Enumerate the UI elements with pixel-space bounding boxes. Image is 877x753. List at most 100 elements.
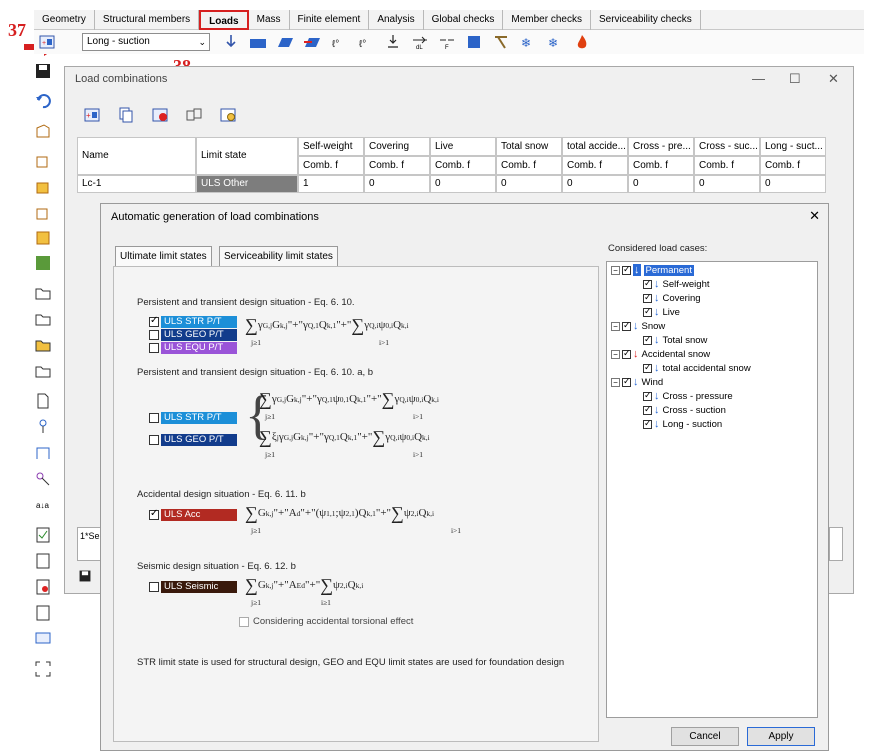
uls-str-checkbox[interactable] <box>149 315 159 327</box>
svg-text:a↓a: a↓a <box>36 501 49 510</box>
load-case-icon[interactable]: + <box>36 32 58 52</box>
tree-node-cross-suction[interactable]: ↓Cross - suction <box>643 404 726 416</box>
row-value-cell[interactable]: 0 <box>364 175 430 193</box>
menu-tab-analysis[interactable]: Analysis <box>369 9 424 30</box>
member-icon[interactable] <box>34 152 52 170</box>
settlement-icon[interactable] <box>382 32 404 52</box>
display-icon[interactable] <box>34 630 52 648</box>
folder-stack-icon[interactable] <box>34 310 52 328</box>
renumber-icon[interactable] <box>183 105 205 125</box>
uls-seismic-checkbox[interactable] <box>149 582 159 592</box>
row-value-cell[interactable]: 0 <box>760 175 826 193</box>
temperature-load-icon[interactable]: ℓ° <box>328 32 350 52</box>
report-print-icon[interactable] <box>34 604 52 622</box>
uls-geo-checkbox[interactable] <box>149 330 159 340</box>
minimize-button[interactable]: — <box>752 71 765 86</box>
force-icon[interactable]: F <box>436 32 458 52</box>
snow-load-icon[interactable]: ❄ <box>517 32 539 52</box>
point-load-icon[interactable] <box>220 32 242 52</box>
frame-icon[interactable] <box>34 204 52 222</box>
plate-icon[interactable] <box>34 178 52 196</box>
maximize-button[interactable]: ☐ <box>789 71 801 87</box>
fullscreen-icon[interactable] <box>34 660 52 678</box>
copy-combination-icon[interactable] <box>115 105 137 125</box>
menu-tab-finite-element[interactable]: Finite element <box>290 9 370 30</box>
row-value-cell[interactable]: 0 <box>628 175 694 193</box>
menu-tab-loads[interactable]: Loads <box>199 9 249 30</box>
tree-node-total-snow[interactable]: ↓Total snow <box>643 334 707 346</box>
wind-load-icon[interactable] <box>301 32 323 52</box>
report-error-icon[interactable] <box>34 578 52 596</box>
apply-button[interactable]: Apply <box>747 727 815 746</box>
element-load-icon[interactable] <box>463 32 485 52</box>
row-value-cell[interactable]: 1 <box>298 175 364 193</box>
menu-tab-geometry[interactable]: Geometry <box>34 9 95 30</box>
menu-tab-serviceability-checks[interactable]: Serviceability checks <box>591 9 701 30</box>
uls-geo-ab-checkbox[interactable] <box>149 435 159 445</box>
menu-tab-structural-members[interactable]: Structural members <box>95 9 200 30</box>
close-button[interactable]: ✕ <box>809 208 820 224</box>
document-icon[interactable] <box>34 392 52 410</box>
menu-tab-mass[interactable]: Mass <box>249 9 290 30</box>
tree-node-long-suction[interactable]: ↓Long - suction <box>643 418 722 430</box>
solid-icon[interactable] <box>34 228 52 246</box>
uls-equ-checkbox[interactable] <box>149 343 159 353</box>
column-header-case: Covering <box>364 137 430 156</box>
label-icon[interactable]: a↓a <box>34 496 52 514</box>
folder-icon[interactable] <box>34 284 52 302</box>
area-load-icon[interactable] <box>274 32 296 52</box>
tree-node-total-accidental-snow[interactable]: ↓total accidental snow <box>643 362 751 374</box>
row-name-input[interactable]: Lc-1 <box>77 175 196 193</box>
uls-str-ab-checkbox[interactable] <box>149 413 159 423</box>
row-limit-state[interactable]: ULS Other <box>196 175 298 193</box>
tree-node-live[interactable]: ↓Live <box>643 306 680 318</box>
tree-node-covering[interactable]: ↓Covering <box>643 292 701 304</box>
save-icon[interactable] <box>78 569 92 583</box>
check-icon[interactable] <box>34 526 52 544</box>
row-value-cell[interactable]: 0 <box>430 175 496 193</box>
ultimate-limit-states-panel: Persistent and transient design situatio… <box>113 266 599 742</box>
uls-acc-checkbox[interactable] <box>149 508 159 520</box>
dialog-title: Automatic generation of load combination… <box>111 211 319 223</box>
tree-node-cross-pressure[interactable]: ↓Cross - pressure <box>643 390 733 402</box>
menu-tab-global-checks[interactable]: Global checks <box>424 9 504 30</box>
grid-icon[interactable] <box>34 254 52 272</box>
tab-ultimate-limit-states[interactable]: Ultimate limit states <box>115 246 212 266</box>
menu-tab-member-checks[interactable]: Member checks <box>503 9 591 30</box>
svg-text:❄: ❄ <box>548 36 558 50</box>
tree-node-accidental-snow[interactable]: −↓Accidental snow <box>611 348 710 360</box>
line-load-icon[interactable] <box>247 32 269 52</box>
folder-open-icon[interactable] <box>34 336 52 354</box>
delete-combination-icon[interactable] <box>149 105 171 125</box>
report-icon[interactable] <box>34 552 52 570</box>
fire-icon[interactable] <box>571 32 593 52</box>
prestress-icon[interactable]: dL <box>409 32 431 52</box>
row-value-cell[interactable]: 0 <box>496 175 562 193</box>
cancel-button[interactable]: Cancel <box>671 727 739 746</box>
footnote: STR limit state is used for structural d… <box>137 657 565 668</box>
tab-serviceability-limit-states[interactable]: Serviceability limit states <box>219 246 338 266</box>
node-icon[interactable] <box>34 122 52 140</box>
save-icon[interactable] <box>34 62 52 80</box>
tree-node-snow[interactable]: −↓Snow <box>611 320 665 332</box>
new-combination-icon[interactable]: + <box>81 105 103 125</box>
section-accidental: Accidental design situation - Eq. 6. 11.… <box>137 489 306 500</box>
section-icon[interactable] <box>34 444 52 462</box>
row-value-cell[interactable]: 0 <box>562 175 628 193</box>
row-value-cell[interactable]: 0 <box>694 175 760 193</box>
undo-icon[interactable] <box>34 92 52 110</box>
torsion-checkbox[interactable] <box>239 617 249 627</box>
tree-node-wind[interactable]: −↓Wind <box>611 376 663 388</box>
close-button[interactable]: ✕ <box>828 71 839 87</box>
crane-load-icon[interactable] <box>490 32 512 52</box>
auto-generate-icon[interactable] <box>217 105 239 125</box>
tree-node-self-weight[interactable]: ↓Self-weight <box>643 278 710 290</box>
load-case-select[interactable]: Long - suction ⌄ <box>82 33 210 51</box>
folder-edit-icon[interactable] <box>34 362 52 380</box>
connection-icon[interactable] <box>34 470 52 488</box>
tree-node-permanent[interactable]: −↓Permanent <box>611 264 694 276</box>
tree-icon[interactable] <box>34 418 52 436</box>
temperature-gradient-icon[interactable]: ℓ° <box>355 32 377 52</box>
snow-wind-icon[interactable]: ❄ <box>544 32 566 52</box>
left-toolbar: a↓a <box>32 58 54 677</box>
